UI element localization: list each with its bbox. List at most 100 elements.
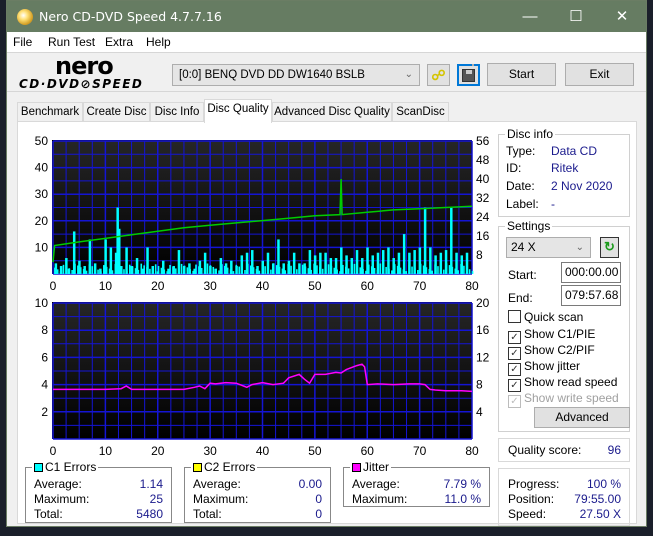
c1-error-bar (316, 265, 318, 274)
save-button[interactable] (457, 64, 480, 86)
c1-error-bar (270, 269, 272, 274)
quick-scan-checkbox[interactable]: Quick scan (508, 310, 583, 324)
window-title: Nero CD-DVD Speed 4.7.7.16 (39, 9, 222, 24)
c1-error-bar (143, 265, 145, 274)
c1-error-bar (275, 265, 278, 274)
close-button[interactable]: ✕ (599, 1, 645, 32)
x-tick-label: 70 (413, 444, 427, 458)
tab-disc-quality[interactable]: Disc Quality (204, 99, 272, 123)
c1-error-bar (94, 267, 96, 274)
c1-error-bar (460, 264, 462, 274)
checkbox-box (508, 310, 521, 323)
c1-error-bar (465, 267, 468, 274)
c1-error-bar (85, 270, 88, 274)
disc-info-title: Disc info (505, 127, 556, 141)
jitter-maximum-label: Maximum: (352, 492, 408, 506)
c2-total-label: Total: (193, 507, 222, 521)
c1-error-bar (450, 207, 453, 274)
y-tick-label: 4 (41, 378, 48, 392)
c1-error-bar (54, 267, 56, 274)
show-write-speed-checkbox: ✓ Show write speed (508, 391, 619, 408)
c1-error-bar (408, 264, 410, 274)
c1-error-bar (376, 269, 379, 274)
tab-benchmark[interactable]: Benchmark (17, 102, 83, 122)
c1-error-bar (100, 271, 102, 274)
c1-error-bar (209, 265, 212, 274)
c1-error-bar (163, 269, 166, 274)
x-tick-label: 20 (151, 444, 165, 458)
y-tick-label: 10 (35, 296, 49, 310)
c1-error-bar (471, 270, 474, 274)
disc-type-value: Data CD (551, 144, 598, 158)
menu-file[interactable]: File (13, 35, 32, 49)
nero-logo: nero (55, 52, 114, 80)
minimize-button[interactable]: — (507, 1, 553, 32)
x-tick-label: 40 (256, 444, 270, 458)
c1-error-bar (296, 269, 298, 274)
c1-error-bar (402, 269, 405, 274)
c1-error-bar (105, 266, 108, 274)
c2-maximum-value: 0 (315, 492, 322, 506)
tab-advanced-disc-quality[interactable]: Advanced Disc Quality (272, 102, 392, 122)
tab-scandisc[interactable]: ScanDisc (392, 102, 449, 122)
c1-error-bar (126, 270, 128, 274)
c1-errors-title: C1 Errors (32, 460, 99, 474)
c1-error-bar (224, 265, 226, 274)
c1-error-bar (166, 271, 168, 274)
c2-errors-title: C2 Errors (191, 460, 258, 474)
show-c2-pif-checkbox[interactable]: ✓ Show C2/PIF (508, 343, 595, 360)
maximize-button[interactable]: ☐ (553, 1, 599, 32)
menu-help[interactable]: Help (146, 35, 171, 49)
c1-error-bar (405, 271, 408, 274)
tab-create-disc[interactable]: Create Disc (83, 102, 150, 122)
menu-extra[interactable]: Extra (105, 35, 133, 49)
start-label: Start: (508, 268, 537, 282)
c1-error-bar (114, 264, 117, 274)
c1-error-bar (393, 264, 396, 274)
drive-select[interactable]: [0:0] BENQ DVD DD DW1640 BSLB ⌄ (172, 64, 420, 86)
c1-error-bar (97, 269, 99, 274)
start-button[interactable]: Start (487, 63, 556, 86)
speed-select[interactable]: 24 X ⌄ (506, 237, 591, 258)
c1-error-bar (134, 268, 137, 274)
c1-error-bar (267, 267, 269, 274)
advanced-button[interactable]: Advanced (534, 407, 630, 428)
c1-error-bar (91, 266, 94, 274)
c1-error-bar (88, 264, 91, 274)
progress-label: Progress: (508, 477, 560, 491)
c1-error-bar (189, 269, 192, 274)
c1-error-bar (200, 268, 203, 274)
start-time-input[interactable]: 000:00.00 (561, 262, 621, 283)
disc-date-value: 2 Nov 2020 (551, 179, 613, 193)
speed-value: 27.50 X (579, 507, 621, 521)
show-c1-pie-checkbox[interactable]: ✓ Show C1/PIE (508, 327, 595, 344)
show-jitter-checkbox[interactable]: ✓ Show jitter (508, 359, 580, 376)
c1-error-bar (123, 269, 125, 274)
y-tick-label: 6 (41, 350, 48, 364)
y2-tick-label: 24 (476, 210, 490, 224)
c1-error-bar (359, 267, 361, 274)
tab-disc-info[interactable]: Disc Info (150, 102, 204, 122)
exit-button[interactable]: Exit (565, 63, 634, 86)
c1-error-bar (235, 264, 238, 274)
menu-run-test[interactable]: Run Test (48, 35, 95, 49)
jitter-title: Jitter (350, 460, 392, 474)
c1-error-bar (440, 267, 442, 274)
progress-value: 100 % (586, 477, 621, 491)
c1-error-bar (218, 270, 220, 274)
quality-score-value: 96 (607, 443, 621, 457)
c1-error-bar (247, 263, 249, 274)
show-read-speed-checkbox[interactable]: ✓ Show read speed (508, 375, 617, 392)
c2-color-swatch (193, 463, 202, 472)
c1-error-bar (62, 264, 65, 274)
drive-info-button[interactable]: ☍ (427, 64, 450, 86)
c1-error-bar (206, 263, 209, 274)
c2-average-label: Average: (193, 477, 241, 491)
date-label: Date: (506, 179, 535, 193)
checkbox-label: Quick scan (524, 310, 584, 324)
refresh-speed-button[interactable]: ↻ (600, 237, 619, 258)
disc-info-group: Disc info Type: Data CD ID: Ritek Date: … (498, 127, 630, 217)
end-time-input[interactable]: 079:57.68 (561, 285, 621, 306)
c1-error-bar (272, 263, 275, 274)
y2-tick-label: 8 (476, 248, 483, 262)
